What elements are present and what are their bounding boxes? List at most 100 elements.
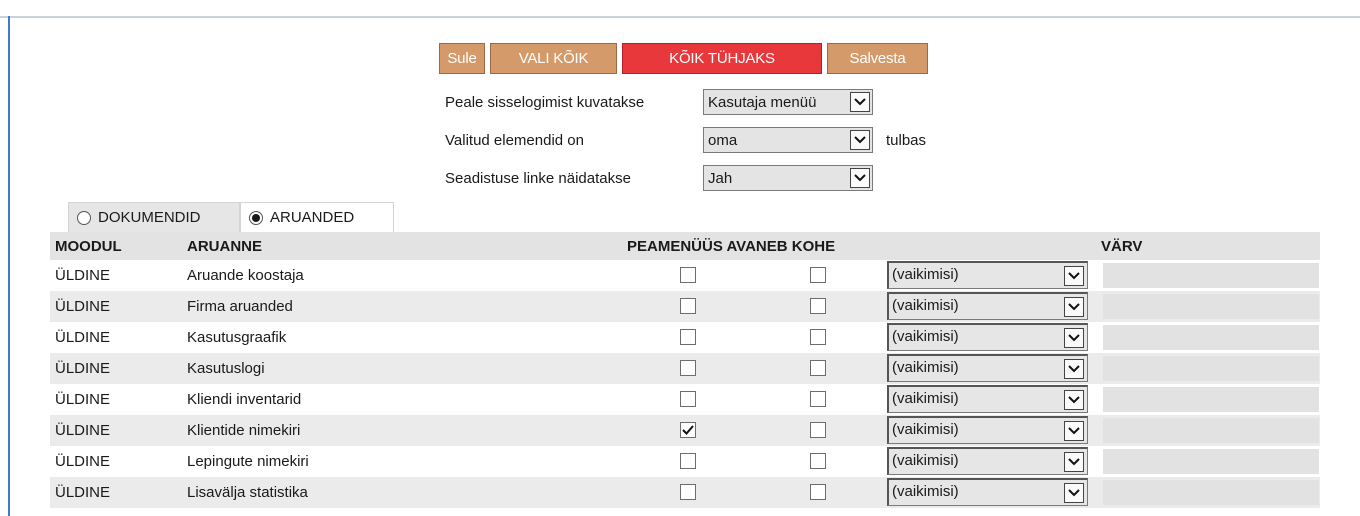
color-select[interactable]: (vaikimisi)	[887, 323, 1088, 351]
row-moodul: ÜLDINE	[55, 298, 111, 315]
save-button[interactable]: Salvesta	[827, 43, 928, 74]
settings-links-value: Jah	[708, 169, 733, 187]
row-aruanne: Klientide nimekiri	[187, 422, 301, 439]
color-select[interactable]: (vaikimisi)	[887, 416, 1088, 444]
color-preview-field[interactable]	[1103, 449, 1319, 474]
chevron-down-icon	[1064, 421, 1084, 441]
setting-links: Seadistuse linke näidatakse Jah	[445, 165, 873, 191]
chevron-down-icon	[850, 92, 870, 112]
radio-aruanded[interactable]	[249, 210, 263, 225]
avaneb-kohe-checkbox[interactable]	[810, 453, 826, 469]
table-row: ÜLDINE Aruande koostaja (vaikimisi)	[50, 260, 1320, 291]
close-button[interactable]: Sule	[439, 43, 485, 74]
header-peamenuus-avaneb: PEAMENÜÜS AVANEB KOHE	[627, 238, 836, 255]
login-label: Peale sisselogimist kuvatakse	[445, 93, 645, 111]
color-select[interactable]: (vaikimisi)	[887, 385, 1088, 413]
table-row: ÜLDINE Kasutusgraafik (vaikimisi)	[50, 322, 1320, 353]
color-select[interactable]: (vaikimisi)	[887, 261, 1088, 289]
color-select[interactable]: (vaikimisi)	[887, 478, 1088, 506]
login-view-value: Kasutaja menüü	[708, 93, 817, 111]
peamenuus-checkbox[interactable]	[680, 298, 696, 314]
row-aruanne: Lisavälja statistika	[187, 484, 308, 501]
color-preview-field[interactable]	[1103, 480, 1319, 505]
left-accent-border	[8, 16, 10, 516]
select-all-button[interactable]: VALI KÕIK	[490, 43, 617, 74]
chevron-down-icon	[850, 168, 870, 188]
color-select-value: (vaikimisi)	[892, 266, 959, 283]
peamenuus-checkbox[interactable]	[680, 360, 696, 376]
chevron-down-icon	[1064, 359, 1084, 379]
color-select-value: (vaikimisi)	[892, 297, 959, 314]
row-moodul: ÜLDINE	[55, 422, 111, 439]
row-moodul: ÜLDINE	[55, 453, 111, 470]
settings-links-select[interactable]: Jah	[703, 165, 873, 191]
color-preview-field[interactable]	[1103, 325, 1319, 350]
table-body: ÜLDINE Aruande koostaja (vaikimisi) ÜLDINE F…	[50, 260, 1320, 508]
row-moodul: ÜLDINE	[55, 484, 111, 501]
row-aruanne: Aruande koostaja	[187, 267, 304, 284]
header-aruanne: ARUANNE	[187, 238, 262, 255]
color-select-value: (vaikimisi)	[892, 328, 959, 345]
header-moodul: MOODUL	[55, 238, 122, 255]
row-aruanne: Kasutusgraafik	[187, 329, 287, 346]
table-header: MOODUL ARUANNE PEAMENÜÜS AVANEB KOHE VÄR…	[50, 232, 1320, 260]
peamenuus-checkbox[interactable]	[680, 484, 696, 500]
avaneb-kohe-checkbox[interactable]	[810, 329, 826, 345]
setting-login: Peale sisselogimist kuvatakse Kasutaja m…	[445, 89, 873, 115]
chevron-down-icon	[1064, 297, 1084, 317]
radio-dokumendid[interactable]	[77, 210, 91, 225]
row-moodul: ÜLDINE	[55, 329, 111, 346]
column-suffix: tulbas	[886, 131, 927, 149]
color-select[interactable]: (vaikimisi)	[887, 447, 1088, 475]
setting-selected: Valitud elemendid on oma tulbas	[445, 127, 926, 153]
avaneb-kohe-checkbox[interactable]	[810, 267, 826, 283]
color-preview-field[interactable]	[1103, 356, 1319, 381]
table-row: ÜLDINE Firma aruanded (vaikimisi)	[50, 291, 1320, 322]
color-preview-field[interactable]	[1103, 263, 1319, 288]
links-label: Seadistuse linke näidatakse	[445, 169, 631, 187]
avaneb-kohe-checkbox[interactable]	[810, 484, 826, 500]
color-preview-field[interactable]	[1103, 418, 1319, 443]
table-row: ÜLDINE Lepingute nimekiri (vaikimisi)	[50, 446, 1320, 477]
row-aruanne: Firma aruanded	[187, 298, 293, 315]
peamenuus-checkbox[interactable]	[680, 422, 696, 438]
chevron-down-icon	[1064, 483, 1084, 503]
tab-dokumendid[interactable]: DOKUMENDID	[68, 202, 240, 232]
avaneb-kohe-checkbox[interactable]	[810, 422, 826, 438]
color-select[interactable]: (vaikimisi)	[887, 354, 1088, 382]
tab-aruanded[interactable]: ARUANDED	[240, 202, 394, 232]
table-row: ÜLDINE Klientide nimekiri (vaikimisi)	[50, 415, 1320, 446]
clear-all-button[interactable]: KÕIK TÜHJAKS	[622, 43, 822, 74]
chevron-down-icon	[1064, 390, 1084, 410]
row-moodul: ÜLDINE	[55, 391, 111, 408]
avaneb-kohe-checkbox[interactable]	[810, 391, 826, 407]
row-moodul: ÜLDINE	[55, 360, 111, 377]
avaneb-kohe-checkbox[interactable]	[810, 360, 826, 376]
tab-dokumendid-label: DOKUMENDID	[98, 209, 201, 226]
peamenuus-checkbox[interactable]	[680, 453, 696, 469]
chevron-down-icon	[1064, 452, 1084, 472]
chevron-down-icon	[1064, 266, 1084, 286]
color-select-value: (vaikimisi)	[892, 483, 959, 500]
toolbar: Sule VALI KÕIK KÕIK TÜHJAKS Salvesta	[439, 43, 928, 74]
peamenuus-checkbox[interactable]	[680, 329, 696, 345]
table-row: ÜLDINE Kasutuslogi (vaikimisi)	[50, 353, 1320, 384]
color-select-value: (vaikimisi)	[892, 390, 959, 407]
row-aruanne: Kasutuslogi	[187, 360, 265, 377]
peamenuus-checkbox[interactable]	[680, 391, 696, 407]
color-preview-field[interactable]	[1103, 387, 1319, 412]
color-select-value: (vaikimisi)	[892, 421, 959, 438]
selected-column-value: oma	[708, 131, 738, 149]
row-aruanne: Lepingute nimekiri	[187, 453, 309, 470]
reports-table: MOODUL ARUANNE PEAMENÜÜS AVANEB KOHE VÄR…	[50, 232, 1320, 508]
color-preview-field[interactable]	[1103, 294, 1319, 319]
row-aruanne: Kliendi inventarid	[187, 391, 302, 408]
peamenuus-checkbox[interactable]	[680, 267, 696, 283]
color-select[interactable]: (vaikimisi)	[887, 292, 1088, 320]
color-select-value: (vaikimisi)	[892, 359, 959, 376]
chevron-down-icon	[850, 130, 870, 150]
avaneb-kohe-checkbox[interactable]	[810, 298, 826, 314]
color-select-value: (vaikimisi)	[892, 452, 959, 469]
selected-column-select[interactable]: oma	[703, 127, 873, 153]
login-view-select[interactable]: Kasutaja menüü	[703, 89, 873, 115]
